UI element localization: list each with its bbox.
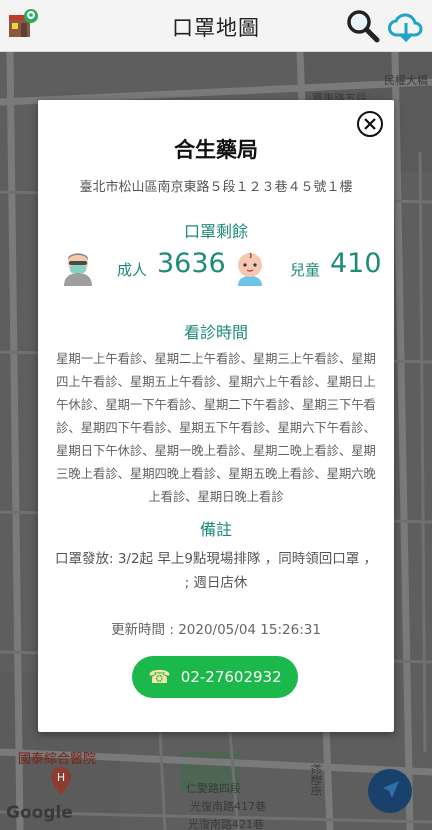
map-road-label: 松勤街 — [309, 763, 323, 797]
cloud-download-icon[interactable] — [388, 9, 424, 43]
child-label: 兒童 — [290, 261, 321, 279]
navigation-arrow-icon — [383, 781, 399, 798]
mask-stock-heading: 口罩剩餘 — [183, 222, 248, 241]
search-icon[interactable] — [346, 9, 380, 43]
google-logo: Google — [6, 803, 73, 823]
app-bar: 口罩地圖 — [0, 0, 432, 52]
svg-text:H: H — [57, 771, 65, 784]
pharmacy-address: 臺北市松山區南京東路５段１２３巷４５號１樓 — [79, 180, 353, 195]
adult-mask-count: 3636 — [157, 248, 226, 279]
clinic-hours-heading: 看診時間 — [183, 323, 248, 342]
call-button[interactable]: ☎ 02-27602932 — [132, 656, 298, 698]
child-mask-count: 410 — [330, 248, 382, 279]
map-road-label: 光復南路421巷 — [188, 818, 264, 830]
map-road-label: 光復南路417巷 — [190, 800, 266, 813]
clinic-hours-text: 星期一上午看診、星期二上午看診、星期三上午看診、星期四上午看診、星期五上午看診、… — [56, 352, 376, 504]
map-hospital-label: 國泰綜合醫院 — [18, 752, 97, 767]
map-road-label: 民權大橋 — [384, 74, 428, 87]
telephone-icon: ☎ — [148, 666, 171, 688]
pharmacy-info-dialog: 合生藥局 臺北市松山區南京東路５段１２３巷４５號１樓 口罩剩餘 成人 3636 … — [38, 100, 394, 732]
update-time: 更新時間 : 2020/05/04 15:26:31 — [111, 622, 321, 638]
phone-number: 02-27602932 — [180, 668, 282, 686]
child-avatar-icon — [238, 252, 262, 286]
hospital-pin-icon[interactable]: H — [51, 767, 71, 795]
adult-avatar-icon — [64, 253, 92, 286]
my-location-button[interactable] — [368, 769, 412, 813]
notes-text: 口罩發放: 3/2起 早上9點現場排隊 ，同時領回口罩 ， ; 週日店休 — [54, 551, 378, 591]
pharmacy-name: 合生藥局 — [174, 138, 258, 162]
map-road-label: 仁愛路四段 — [186, 782, 241, 795]
notes-heading: 備註 — [199, 520, 232, 539]
adult-label: 成人 — [117, 261, 148, 279]
mask-stock-row: 成人 3636 兒童 410 — [38, 248, 394, 292]
